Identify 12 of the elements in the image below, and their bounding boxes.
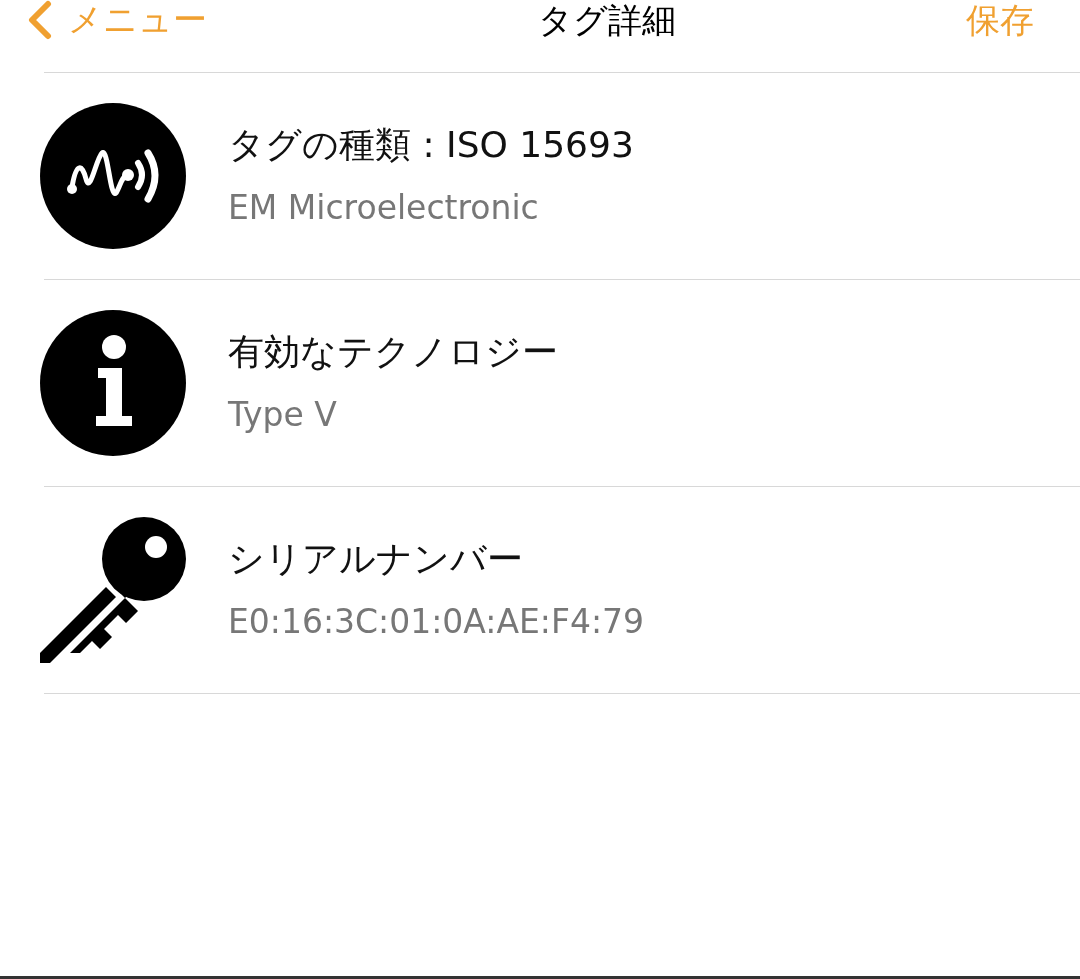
key-icon xyxy=(40,517,186,663)
save-button[interactable]: 保存 xyxy=(966,0,1080,40)
info-icon xyxy=(40,310,186,456)
signal-wave-icon xyxy=(40,103,186,249)
row-detail: E0:16:3C:01:0A:AE:F4:79 xyxy=(228,601,645,643)
row-detail: EM Microelectronic xyxy=(228,187,540,229)
row-title: タグの種類 : ISO 15693 xyxy=(228,123,634,167)
row-title: 有効なテクノロジー xyxy=(228,330,558,374)
screen-title: タグ詳細 xyxy=(537,0,676,40)
row-title: シリアルナンバー xyxy=(228,537,524,581)
back-button[interactable]: メニュー xyxy=(24,0,207,40)
row-detail: Type V xyxy=(228,394,338,436)
